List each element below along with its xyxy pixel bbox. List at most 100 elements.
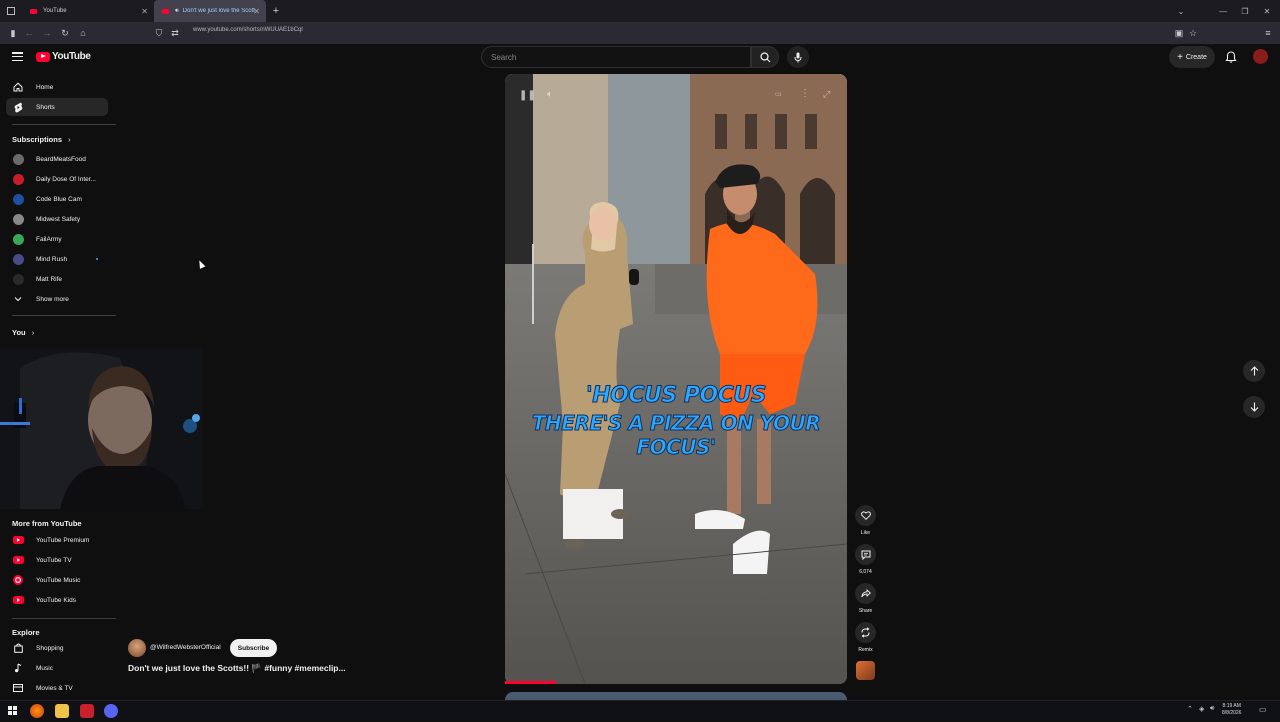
search-input[interactable]: Search [481, 46, 751, 68]
sidebar-divider [12, 124, 116, 125]
sidebar-item-youtube-tv[interactable]: YouTube TV [6, 551, 108, 569]
bookmark-star-icon[interactable]: ☆ [1184, 24, 1202, 42]
microphone-icon [794, 52, 802, 62]
search-button[interactable] [751, 46, 779, 68]
firefox-icon[interactable] [30, 704, 44, 718]
streaming-app-icon[interactable] [80, 704, 94, 718]
youtube-tv-icon [12, 556, 24, 564]
pause-icon[interactable]: ❚❚ [519, 90, 536, 101]
remix-button[interactable] [855, 622, 876, 643]
youtube-play-logo-icon [36, 51, 50, 62]
comments-button[interactable] [855, 544, 876, 565]
close-tab-icon[interactable]: ✕ [141, 7, 148, 16]
youtube-kids-icon [12, 596, 24, 604]
subscribe-button[interactable]: Subscribe [230, 639, 277, 657]
close-window-button[interactable]: ✕ [1256, 0, 1278, 22]
search-icon [759, 51, 770, 62]
webcam-feed-image [0, 348, 203, 509]
system-clock[interactable]: 8:19 AM 8/8/2026 [1222, 703, 1241, 717]
speaker-icon[interactable]: 🔊︎ [175, 8, 179, 15]
shorts-video-player[interactable]: 'HOCUS POCUS THERE'S A PIZZA ON YOUR FOC… [505, 74, 847, 684]
channel-avatar [12, 253, 24, 265]
tab-label: YouTube [43, 8, 67, 14]
permissions-icon[interactable]: ⇄ [166, 24, 184, 42]
subscription-item[interactable]: BeardMeatsFood [6, 150, 108, 168]
sidebar-item-shorts[interactable]: Shorts [6, 98, 108, 116]
channel-name[interactable]: @WilfredWebsterOfficial [150, 644, 221, 651]
tab-overview-icon[interactable] [2, 2, 20, 20]
show-more-button[interactable]: Show more [6, 290, 108, 308]
sidebar-item-music[interactable]: Music [6, 659, 108, 677]
share-button[interactable] [855, 583, 876, 604]
minimize-button[interactable]: — [1212, 0, 1234, 22]
sidebar-item-youtube-kids[interactable]: YouTube Kids [6, 591, 108, 609]
home-button[interactable]: ⌂ [74, 24, 92, 42]
you-header[interactable]: You › [12, 328, 34, 337]
subscription-item[interactable]: FailArmy [6, 230, 108, 248]
forward-button[interactable]: → [38, 24, 56, 42]
volume-icon[interactable]: 🔈︎ [547, 89, 553, 100]
discord-icon[interactable] [104, 704, 118, 718]
windows-start-icon[interactable] [6, 704, 20, 718]
restore-button[interactable]: ❐ [1234, 0, 1256, 22]
remix-icon [861, 627, 870, 638]
tab-list-chevron-icon[interactable]: ⌄ [1170, 0, 1192, 22]
notifications-bell-icon[interactable] [1224, 50, 1238, 64]
create-button[interactable]: + Create [1169, 46, 1215, 68]
webcam-overlay [0, 348, 203, 509]
address-bar-url[interactable]: www.youtube.com/shorts/nWUUAE1bCql [193, 27, 303, 33]
youtube-logo[interactable]: YouTube [36, 51, 91, 62]
comment-icon [861, 550, 870, 560]
tab-label: Don't we just love the Scott [182, 8, 255, 14]
sidebar-item-shopping[interactable]: Shopping [6, 639, 108, 657]
remix-label: Remix [858, 647, 873, 653]
previous-short-button[interactable] [1243, 360, 1265, 382]
app-menu-icon[interactable]: ≡ [1259, 24, 1277, 42]
youtube-masthead: YouTube Search + Create [0, 44, 1280, 70]
tray-chevron-icon[interactable]: ⌃ [1187, 705, 1193, 713]
fullscreen-icon[interactable]: ⤢ [823, 89, 830, 100]
tab-current-short[interactable]: 🔊︎ Don't we just love the Scott ✕ [154, 0, 266, 22]
plus-icon: + [1177, 51, 1183, 63]
music-note-icon [12, 662, 24, 674]
sidebar-item-youtube-music[interactable]: YouTube Music [6, 571, 108, 589]
notification-center-icon[interactable]: ▭ [1259, 705, 1267, 714]
file-explorer-icon[interactable] [55, 704, 69, 718]
sidebar-item-home[interactable]: Home [6, 78, 108, 96]
close-tab-icon[interactable]: ✕ [253, 7, 260, 16]
captions-icon[interactable]: ▭ [775, 90, 782, 98]
channel-avatar[interactable] [128, 639, 146, 657]
tab-youtube[interactable]: YouTube ✕ [22, 0, 154, 22]
explore-header: Explore [12, 628, 40, 637]
back-button[interactable]: ← [20, 24, 38, 42]
shorts-icon [12, 101, 24, 113]
subscription-item[interactable]: Mind Rush [6, 250, 108, 268]
like-button[interactable] [855, 505, 876, 526]
subscription-item[interactable]: Matt Rife [6, 270, 108, 288]
voice-search-button[interactable] [787, 46, 809, 68]
new-tab-button[interactable]: + [266, 5, 286, 17]
channel-avatar [12, 213, 24, 225]
sidebar-divider [12, 315, 116, 316]
sidebar-item-youtube-premium[interactable]: YouTube Premium [6, 531, 108, 549]
volume-tray-icon[interactable]: 🔊︎ [1210, 705, 1214, 713]
channel-avatar [12, 153, 24, 165]
share-arrow-icon [860, 589, 871, 598]
more-options-icon[interactable]: ⋮ [800, 88, 810, 99]
share-label: Share [858, 608, 873, 614]
sidebar-item-movies-tv[interactable]: Movies & TV [6, 679, 108, 697]
sound-thumbnail[interactable] [856, 661, 875, 680]
reload-button[interactable]: ↻ [56, 24, 74, 42]
network-icon[interactable]: ◈ [1199, 705, 1204, 713]
subscriptions-header[interactable]: Subscriptions › [12, 135, 71, 144]
account-avatar[interactable] [1253, 49, 1268, 64]
video-progress-bar[interactable] [505, 681, 556, 684]
short-title[interactable]: Don't we just love the Scotts!! 🏴 #funny… [128, 663, 346, 674]
subscription-item[interactable]: Code Blue Cam [6, 190, 108, 208]
next-short-button[interactable] [1243, 396, 1265, 418]
shopping-bag-icon [12, 642, 24, 654]
subscription-item[interactable]: Daily Dose Of Inter... [6, 170, 108, 188]
like-label: Like [860, 530, 871, 536]
subscription-item[interactable]: Midwest Safety [6, 210, 108, 228]
hamburger-menu-icon[interactable] [12, 52, 23, 61]
